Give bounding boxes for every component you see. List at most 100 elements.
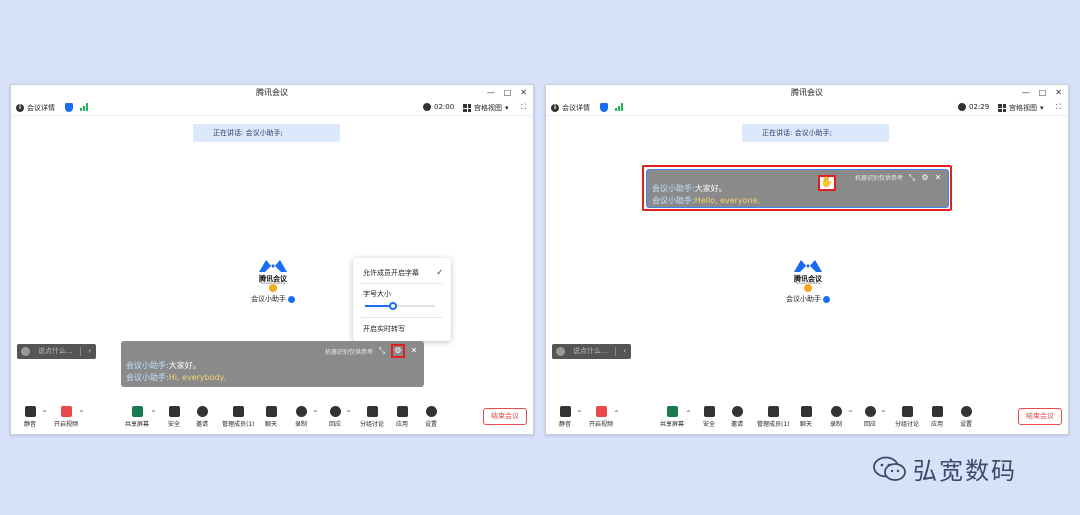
apps-button[interactable]: 应用 [396,406,408,428]
watermark: 弘宽数码 [873,451,1017,486]
mute-options-chevron-icon[interactable]: ^ [577,410,582,417]
mic-icon [288,295,295,303]
record-options-chevron-icon[interactable]: ^ [313,410,318,417]
video-options-chevron-icon[interactable]: ^ [614,410,619,417]
menu-item-allow-captions[interactable]: 允许成员开启字幕 [363,268,419,278]
wechat-icon [873,456,906,481]
close-icon[interactable]: ✕ [934,173,942,182]
close-icon[interactable]: ✕ [1055,85,1062,100]
network-status[interactable] [615,103,623,111]
shield-icon [703,406,715,417]
chevron-down-icon: ▾ [1040,104,1044,112]
video-button[interactable]: 开启视频 [589,406,613,428]
settings-icon[interactable]: ⚙ [394,347,402,355]
share-options-chevron-icon[interactable]: ^ [686,410,691,417]
close-icon[interactable]: ✕ [410,347,418,355]
chat-button[interactable]: 聊天 [265,406,277,428]
reactions-button[interactable]: 回应 [329,406,341,428]
caption-panel[interactable]: 机器识别仅供参考 ⤡ ⚙ ✕ 会议小助手:大家好。 会议小助手:Hello, e… [646,169,949,208]
network-status[interactable] [80,103,88,111]
slider-knob[interactable] [389,302,397,310]
mute-button[interactable]: 静音 [559,406,571,428]
resize-icon[interactable]: ⤡ [908,173,916,182]
avatar [269,284,277,292]
info-icon: i [551,104,559,112]
share-screen-icon [666,406,678,417]
shield-icon [600,103,608,112]
security-button[interactable]: 安全 [703,406,715,428]
security-button[interactable]: 安全 [168,406,180,428]
emoji-icon[interactable] [21,347,30,356]
meeting-toolbar: 静音 ^ 开启视频 ^ 共享屏幕 ^ 安全 邀请 管理成员(1) 聊天 录制 ^… [11,402,533,434]
grid-view-button[interactable]: 宫格视图 ▾ [463,103,509,113]
menu-divider [361,283,443,284]
meeting-details-button[interactable]: i 会议详情 [551,103,590,113]
record-options-chevron-icon[interactable]: ^ [848,410,853,417]
microphone-icon [24,406,36,417]
menu-item-live-transcript[interactable]: 开启实时转写 [363,324,405,334]
collapse-chevron-icon[interactable]: ‹ [88,344,91,359]
breakout-button[interactable]: 分组讨论 [895,406,919,428]
divider [615,347,616,356]
window-title: 腾讯会议 [256,88,288,97]
manage-members-button[interactable]: 管理成员(1) [222,406,255,428]
signal-icon [615,103,623,111]
chat-button[interactable]: 聊天 [800,406,812,428]
manage-members-button[interactable]: 管理成员(1) [757,406,790,428]
chat-input[interactable]: 说点什么... ‹ [552,344,631,359]
resize-icon[interactable]: ⤡ [378,347,386,355]
meeting-toolbar: 静音 ^ 开启视频 ^ 共享屏幕 ^ 安全 邀请 管理成员(1) 聊天 录制 ^… [546,402,1068,434]
fullscreen-button[interactable]: ⛶ [521,103,526,112]
breakout-button[interactable]: 分组讨论 [360,406,384,428]
invite-button[interactable]: 邀请 [731,406,743,428]
mute-button[interactable]: 静音 [24,406,36,428]
meeting-timer: 02:29 [958,103,989,111]
emoji-icon[interactable] [556,347,565,356]
share-options-chevron-icon[interactable]: ^ [151,410,156,417]
meeting-timer: 02:00 [423,103,454,111]
apps-button[interactable]: 应用 [931,406,943,428]
caption-panel[interactable]: 机器识别仅供参考 ⤡ ⚙ ✕ 会议小助手:大家好。 会议小助手:Hi, ever… [121,341,424,387]
minimize-icon[interactable]: — [487,85,495,100]
security-status[interactable] [65,103,73,112]
info-icon: i [16,104,24,112]
meeting-details-button[interactable]: i 会议详情 [16,103,55,113]
minimize-icon[interactable]: — [1022,85,1030,100]
reactions-options-chevron-icon[interactable]: ^ [346,410,351,417]
video-button[interactable]: 开启视频 [54,406,78,428]
drag-hand-icon[interactable]: ✋ [818,175,836,191]
maximize-icon[interactable]: □ [504,85,512,100]
breakout-icon [901,406,913,417]
caption-tools: 机器识别仅供参考 ⤡ ⚙ ✕ [325,344,418,358]
security-status[interactable] [600,103,608,112]
chat-input[interactable]: 说点什么... ‹ [17,344,96,359]
settings-icon[interactable]: ⚙ [921,173,929,182]
record-button[interactable]: 录制 [830,406,842,428]
reactions-button[interactable]: 回应 [864,406,876,428]
settings-button[interactable]: 设置 [960,406,972,428]
meeting-window-right: 腾讯会议 — □ ✕ i 会议详情 02:29 宫格视图 ▾ ⛶ 正在讲话: 会… [545,84,1069,435]
record-button[interactable]: 录制 [295,406,307,428]
share-screen-button[interactable]: 共享屏幕 [660,406,684,428]
mute-options-chevron-icon[interactable]: ^ [42,410,47,417]
meeting-window-left: 腾讯会议 — □ ✕ i 会议详情 02:00 宫格视图 ▾ ⛶ 正在讲话: 会… [10,84,534,435]
share-screen-button[interactable]: 共享屏幕 [125,406,149,428]
invite-button[interactable]: 邀请 [196,406,208,428]
close-icon[interactable]: ✕ [520,85,527,100]
mic-icon [823,295,830,303]
end-meeting-button[interactable]: 结束会议 [483,408,527,425]
reactions-options-chevron-icon[interactable]: ^ [881,410,886,417]
caption-disclaimer: 机器识别仅供参考 [854,175,903,182]
microphone-icon [559,406,571,417]
grid-view-button[interactable]: 宫格视图 ▾ [998,103,1044,113]
font-size-slider[interactable] [365,302,435,310]
settings-button[interactable]: 设置 [425,406,437,428]
caption-tools: 机器识别仅供参考 ⤡ ⚙ ✕ [855,173,942,182]
shield-icon [168,406,180,417]
video-options-chevron-icon[interactable]: ^ [79,410,84,417]
fullscreen-button[interactable]: ⛶ [1056,103,1061,112]
collapse-chevron-icon[interactable]: ‹ [623,344,626,359]
maximize-icon[interactable]: □ [1039,85,1047,100]
end-meeting-button[interactable]: 结束会议 [1018,408,1062,425]
add-user-icon [731,406,743,417]
